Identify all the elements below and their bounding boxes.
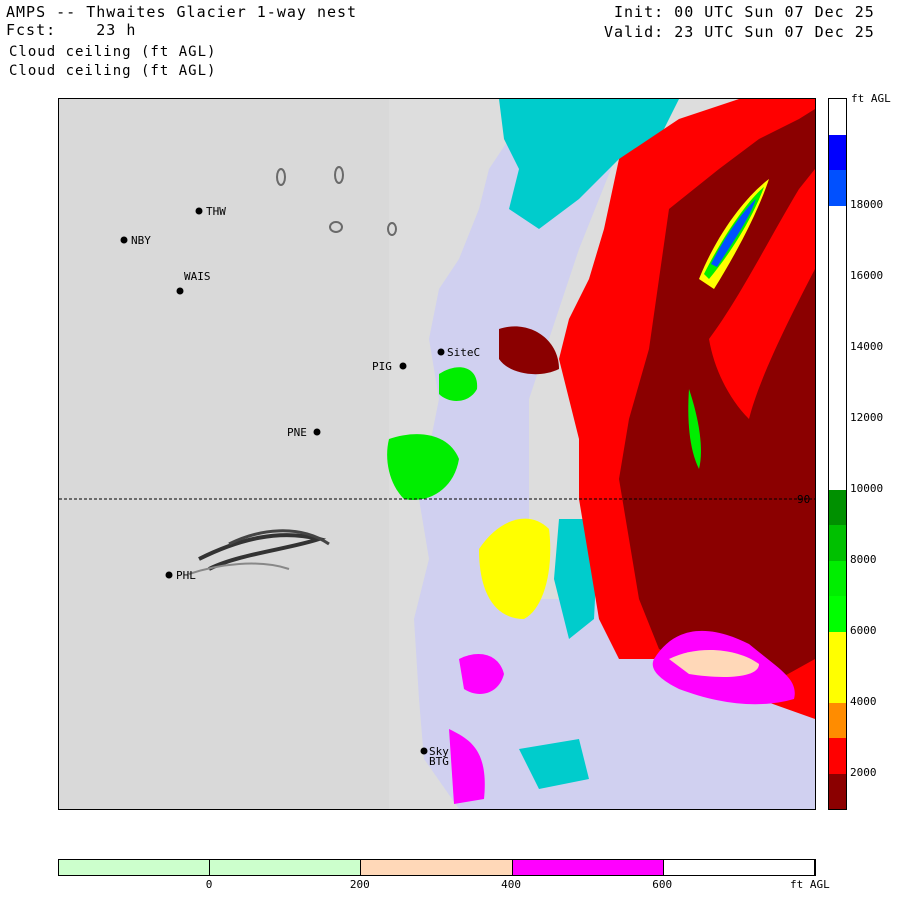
- field-name-1: Cloud ceiling (ft AGL): [9, 44, 217, 60]
- station-label-nby: NBY: [131, 234, 151, 247]
- colorbar-right-segment: [829, 773, 846, 809]
- forecast-label: Fcst:: [6, 21, 57, 39]
- colorbar-right-segment: [829, 489, 846, 525]
- colorbar-right-segment: [829, 205, 846, 241]
- colorbar-right-segment: [829, 276, 846, 312]
- colorbar-right-tick: 16000: [850, 268, 884, 282]
- colorbar-right-segment: [829, 312, 846, 348]
- colorbar-right-tick: 8000: [850, 552, 877, 566]
- colorbar-unit-bottom: ft AGL: [790, 878, 830, 891]
- forecast-hour: Fcst: 23 h: [6, 21, 136, 39]
- colorbar-right: [828, 98, 847, 810]
- colorbar-bottom-segment: [59, 860, 211, 875]
- colorbar-right-tick: 6000: [850, 623, 877, 637]
- colorbar-right-segment: [829, 560, 846, 596]
- colorbar-right-segment: [829, 702, 846, 738]
- init-time: Init: 00 UTC Sun 07 Dec 25: [614, 3, 875, 21]
- colorbar-right-segment: [829, 99, 846, 135]
- colorbar-right-segment: [829, 738, 846, 774]
- colorbar-bottom-segment: [663, 860, 815, 875]
- station-label-wais: WAIS: [184, 270, 211, 283]
- colorbar-right-segment: [829, 383, 846, 419]
- station-label-thw: THW: [206, 205, 226, 218]
- meridian-label: 90 W: [797, 493, 815, 506]
- colorbar-right-tick: 2000: [850, 765, 877, 779]
- valid-time: Valid: 23 UTC Sun 07 Dec 25: [604, 23, 875, 41]
- colorbar-right-segment: [829, 241, 846, 277]
- colorbar-right-tick: 4000: [850, 694, 877, 708]
- colorbar-right-segment: [829, 418, 846, 454]
- colorbar-right-segment: [829, 347, 846, 383]
- colorbar-bottom-tick: 600: [652, 878, 673, 891]
- colorbar-right-segment: [829, 134, 846, 170]
- colorbar-bottom-segment: [512, 860, 664, 875]
- colorbar-right-tick: 14000: [850, 339, 884, 353]
- colorbar-unit-right: ft AGL: [851, 92, 891, 105]
- colorbar-bottom-tick: 200: [349, 878, 370, 891]
- colorbar-right-segment: [829, 170, 846, 206]
- colorbar-right-segment: [829, 596, 846, 632]
- colorbar-bottom-tick: 400: [501, 878, 521, 891]
- map-panel[interactable]: 90 W THW NBY WAIS SiteC PIG PNE PHL Sky …: [58, 98, 816, 810]
- colorbar-right-tick: 10000: [850, 481, 884, 495]
- station-label-phl: PHL: [176, 569, 196, 582]
- colorbar-right-segment: [829, 667, 846, 703]
- station-label-pig: PIG: [372, 360, 392, 373]
- map-title: AMPS -- Thwaites Glacier 1-way nest: [6, 3, 358, 21]
- colorbar-right-segment: [829, 631, 846, 667]
- colorbar-right-segment: [829, 454, 846, 490]
- station-btg[interactable]: BTG: [429, 755, 449, 768]
- colorbar-bottom-tick: 0: [205, 878, 213, 891]
- field-name-2: Cloud ceiling (ft AGL): [9, 63, 217, 79]
- colorbar-bottom-segment: [210, 860, 362, 875]
- map-svg: 90 W THW NBY WAIS SiteC PIG PNE PHL Sky …: [59, 99, 815, 809]
- colorbar-right-tick: 18000: [850, 197, 884, 211]
- colorbar-bottom-segment: [361, 860, 513, 875]
- colorbar-right-segment: [829, 525, 846, 561]
- colorbar-bottom: [58, 859, 816, 876]
- station-label-sitec: SiteC: [447, 346, 480, 359]
- station-label-pne: PNE: [287, 426, 307, 439]
- colorbar-right-tick: 12000: [850, 410, 884, 424]
- station-label-btg: BTG: [429, 755, 449, 768]
- forecast-value: 23 h: [96, 21, 137, 39]
